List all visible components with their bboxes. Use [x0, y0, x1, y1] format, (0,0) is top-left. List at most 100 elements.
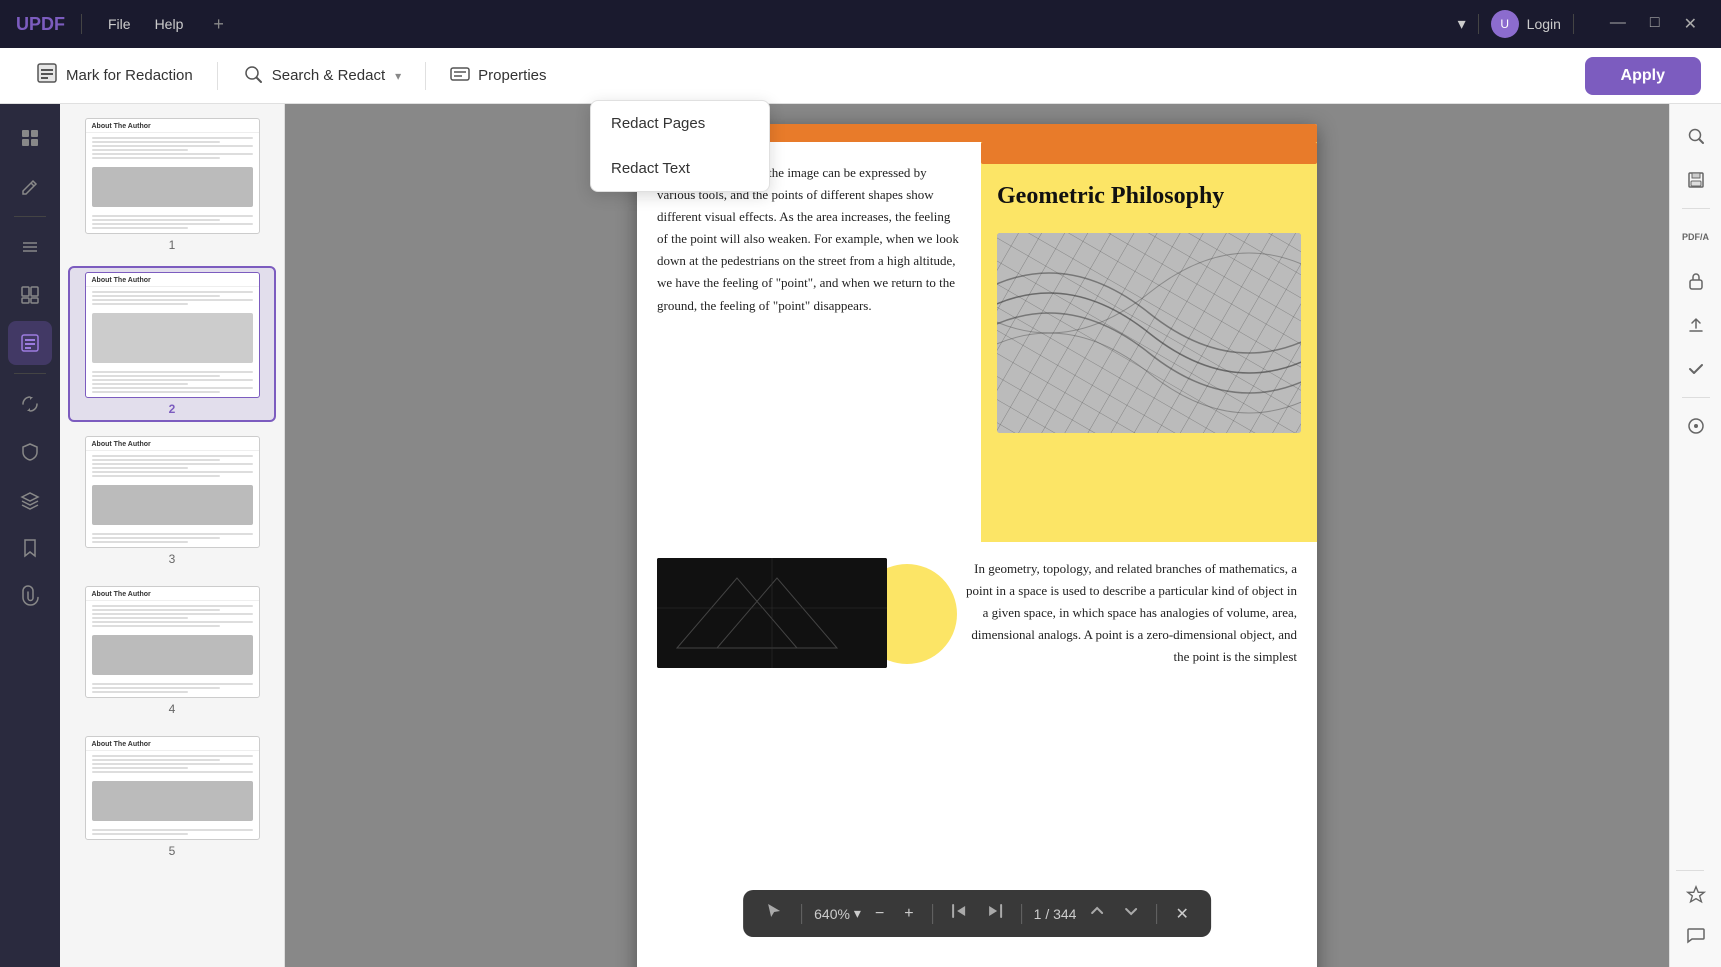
help-menu-item[interactable]: Help	[145, 12, 194, 36]
thumb-header-1: About The Author	[86, 119, 259, 133]
page-display: 1 / 344	[1034, 906, 1077, 922]
pdf-black-box	[657, 558, 887, 668]
lock-panel-icon[interactable]	[1676, 261, 1716, 301]
thumbnail-4[interactable]: About The Author 4	[68, 580, 276, 722]
thumb-header-2: About The Author	[86, 273, 259, 287]
prev-page-button[interactable]	[1084, 900, 1110, 927]
apply-button[interactable]: Apply	[1585, 57, 1701, 95]
sidebar-bookmark-icon[interactable]	[8, 526, 52, 570]
sr-bottom-area	[1676, 866, 1716, 955]
sidebar-edit-icon[interactable]	[8, 164, 52, 208]
thumb-card-4: About The Author	[85, 586, 260, 698]
save2-panel-icon[interactable]	[1676, 406, 1716, 446]
thumbnail-1[interactable]: About The Author 1	[68, 112, 276, 258]
maximize-button[interactable]: □	[1642, 10, 1668, 38]
file-menu-item[interactable]: File	[98, 12, 141, 36]
titlebar-dropdown[interactable]: ▾	[1458, 14, 1466, 34]
sidebar-pages-icon[interactable]	[8, 273, 52, 317]
cursor-tool-button[interactable]	[759, 898, 789, 929]
main-area: About The Author 1	[0, 104, 1721, 967]
bt-sep3	[1021, 904, 1022, 924]
bottom-toolbar: 640% ▾ − + 1 / 344	[743, 890, 1211, 937]
user-avatar: U	[1491, 10, 1519, 38]
sidebar-attach-icon[interactable]	[8, 574, 52, 618]
toolbar-divider1	[217, 62, 218, 90]
thumb-card-2: About The Author	[85, 272, 260, 398]
first-page-button[interactable]	[945, 899, 973, 928]
zoom-out-button[interactable]: −	[869, 901, 890, 927]
search-panel-icon[interactable]	[1676, 116, 1716, 156]
upload-panel-icon[interactable]	[1676, 305, 1716, 345]
sidebar-right: PDF/A	[1669, 104, 1721, 967]
thumb-card-3: About The Author	[85, 436, 260, 548]
pdf-title: Geometric Philosophy	[997, 182, 1301, 211]
properties-icon	[450, 64, 470, 88]
login-button[interactable]: U Login	[1491, 10, 1561, 38]
search-redact-dropdown-arrow: ▾	[395, 69, 401, 83]
toolbar: Mark for Redaction Search & Redact ▾ Red…	[0, 48, 1721, 104]
last-page-button[interactable]	[981, 899, 1009, 928]
save-panel-icon[interactable]	[1676, 160, 1716, 200]
pdf-bottom-section: In geometry, topology, and related branc…	[637, 542, 1317, 684]
sidebar-layers-icon[interactable]	[8, 478, 52, 522]
toolbar-divider2	[425, 62, 426, 90]
redact-pages-item[interactable]: Redact Pages	[591, 101, 769, 146]
pdf-right-text: In geometry, topology, and related branc…	[957, 558, 1297, 668]
thumbnail-2[interactable]: About The Author 2	[68, 266, 276, 422]
thumb-card-1: About The Author	[85, 118, 260, 234]
mark-redaction-label: Mark for Redaction	[66, 67, 193, 84]
sidebar-protect-icon[interactable]	[8, 430, 52, 474]
sidebar-sep1	[14, 216, 46, 217]
pdf-right-column: Geometric Philosophy	[981, 142, 1317, 542]
redact-text-item[interactable]: Redact Text	[591, 146, 769, 191]
search-redact-label: Search & Redact	[272, 67, 385, 84]
viewer-area: The specific point of the image can be e…	[285, 104, 1669, 967]
search-redact-icon	[242, 63, 264, 89]
app-logo: UPDF	[16, 14, 65, 35]
thumbnail-3[interactable]: About The Author 3	[68, 430, 276, 572]
thumb-number-2: 2	[169, 402, 176, 416]
pdf-geometric-image	[997, 233, 1301, 433]
comment-panel-icon[interactable]	[1676, 915, 1716, 955]
thumb-header-3: About The Author	[86, 437, 259, 451]
zoom-dropdown-arrow[interactable]: ▾	[854, 905, 861, 922]
add-tab-button[interactable]: +	[213, 14, 224, 35]
bt-sep4	[1156, 904, 1157, 924]
page-number: 1 / 344	[1034, 906, 1077, 922]
sr-sep1	[1682, 208, 1710, 209]
mark-for-redaction-button[interactable]: Mark for Redaction	[20, 54, 209, 97]
properties-button[interactable]: Properties	[434, 56, 562, 96]
sr-sep2	[1682, 397, 1710, 398]
check-panel-icon[interactable]	[1676, 349, 1716, 389]
minimize-button[interactable]: —	[1602, 10, 1634, 38]
sr-sep3	[1676, 870, 1704, 871]
close-button[interactable]: ✕	[1676, 10, 1705, 38]
sidebar-view-icon[interactable]	[8, 116, 52, 160]
next-page-button[interactable]	[1118, 900, 1144, 927]
bt-sep2	[932, 904, 933, 924]
sidebar-list-icon[interactable]	[8, 225, 52, 269]
zoom-value: 640%	[814, 906, 850, 922]
thumb-number-4: 4	[169, 702, 176, 716]
sidebar-redact-icon[interactable]	[8, 321, 52, 365]
titlebar-menu: File Help	[98, 12, 193, 36]
thumbnail-panel: About The Author 1	[60, 104, 285, 967]
thumb-header-5: About The Author	[86, 737, 259, 751]
search-redact-button[interactable]: Search & Redact ▾	[226, 55, 417, 97]
titlebar-right-sep	[1478, 14, 1479, 34]
zoom-in-button[interactable]: +	[898, 901, 919, 927]
zoom-level-display: 640% ▾	[814, 905, 861, 922]
logo-text: UPDF	[16, 14, 65, 35]
thumb-number-3: 3	[169, 552, 176, 566]
sidebar-sep2	[14, 373, 46, 374]
star-panel-icon[interactable]	[1676, 875, 1716, 915]
thumbnail-5[interactable]: About The Author 5	[68, 730, 276, 864]
sidebar-convert-icon[interactable]	[8, 382, 52, 426]
titlebar: UPDF File Help + ▾ U Login — □ ✕	[0, 0, 1721, 48]
search-redact-dropdown: Redact Pages Redact Text	[590, 100, 770, 192]
close-bottom-toolbar-button[interactable]: ✕	[1169, 900, 1194, 928]
titlebar-sep2	[1573, 14, 1574, 34]
thumb-number-5: 5	[169, 844, 176, 858]
properties-label: Properties	[478, 67, 546, 84]
pdf-a-icon[interactable]: PDF/A	[1676, 217, 1716, 257]
